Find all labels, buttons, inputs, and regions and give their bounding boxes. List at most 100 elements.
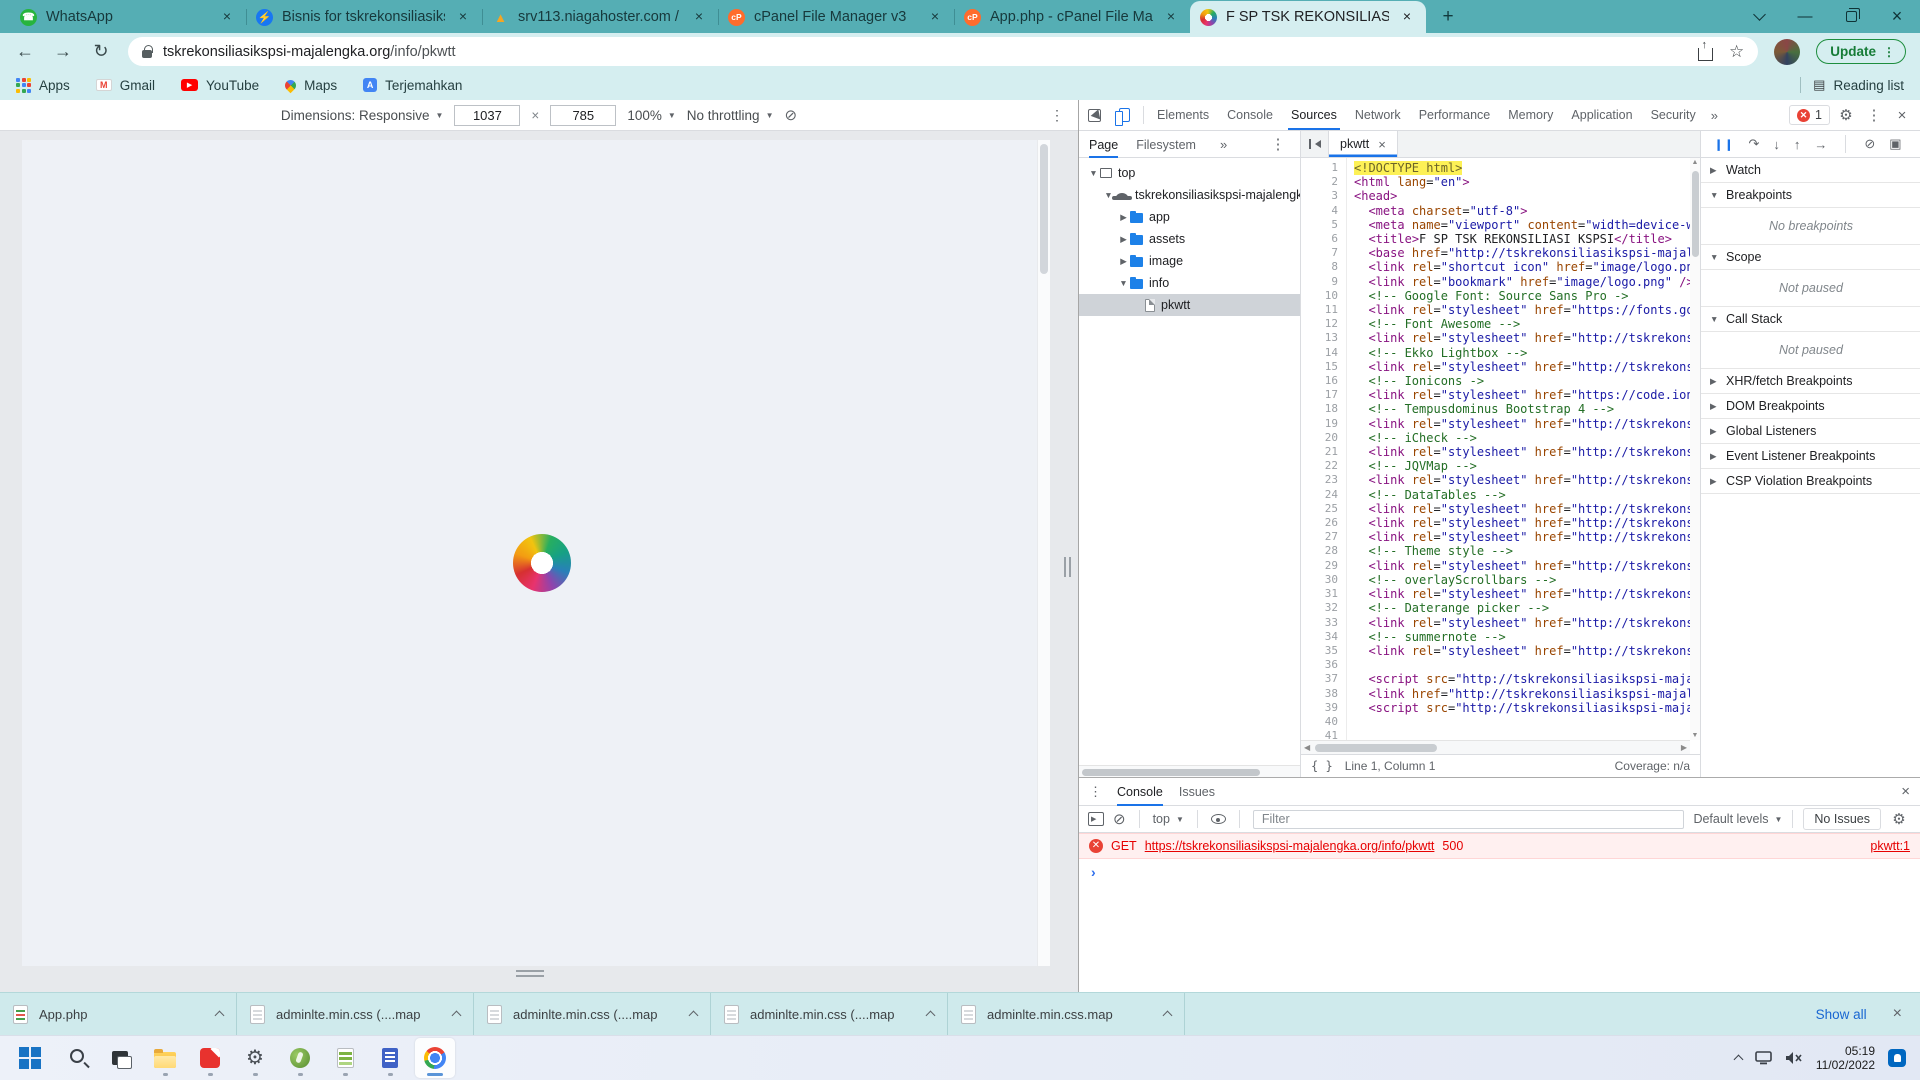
debugger-section-event-listener-breakpoints[interactable]: ▶Event Listener Breakpoints bbox=[1701, 444, 1920, 469]
devtools-close-icon[interactable]: × bbox=[1890, 107, 1914, 124]
tree-open-arrow-icon[interactable]: ▼ bbox=[1117, 278, 1130, 288]
step-icon[interactable]: → bbox=[1814, 137, 1827, 152]
download-menu-chevron-icon[interactable] bbox=[215, 1011, 225, 1021]
devtools-tab-memory[interactable]: Memory bbox=[1499, 100, 1562, 130]
deactivate-breakpoints-icon[interactable]: ⊘ bbox=[1864, 136, 1875, 152]
bookmark-item-apps[interactable]: Apps bbox=[16, 78, 70, 93]
bookmark-item-youtube[interactable]: ▶YouTube bbox=[181, 78, 259, 93]
console-prompt[interactable]: › bbox=[1079, 859, 1920, 884]
taskbar-foxit-pdf-button[interactable] bbox=[190, 1038, 230, 1078]
code-area[interactable]: 1234567891011121314151617181920212223242… bbox=[1301, 158, 1690, 740]
volume-muted-icon[interactable] bbox=[1785, 1051, 1803, 1065]
browser-menu-icon[interactable]: ⋮ bbox=[1883, 45, 1895, 59]
device-toolbar-toggle-icon[interactable] bbox=[1109, 100, 1139, 130]
share-icon[interactable] bbox=[1698, 48, 1713, 61]
hide-navigator-icon[interactable] bbox=[1301, 131, 1329, 157]
pause-on-exceptions-icon[interactable]: ▣ bbox=[1889, 136, 1901, 152]
dimensions-select[interactable]: Dimensions: Responsive ▼ bbox=[281, 108, 444, 123]
debugger-section-dom-breakpoints[interactable]: ▶DOM Breakpoints bbox=[1701, 394, 1920, 419]
step-over-icon[interactable]: ↷ bbox=[1748, 136, 1759, 152]
browser-tab[interactable]: ☎WhatsApp× bbox=[10, 1, 246, 33]
browser-tab[interactable]: cPcPanel File Manager v3× bbox=[718, 1, 954, 33]
page-canvas[interactable] bbox=[22, 140, 1050, 966]
tree-item-info[interactable]: ▼info bbox=[1079, 272, 1300, 294]
navigator-tab-page[interactable]: Page bbox=[1089, 131, 1118, 158]
new-tab-button[interactable]: + bbox=[1434, 3, 1462, 31]
devtools-tab-network[interactable]: Network bbox=[1346, 100, 1410, 130]
pretty-print-icon[interactable]: { } bbox=[1311, 759, 1333, 773]
devtools-tab-console[interactable]: Console bbox=[1218, 100, 1282, 130]
tree-item-assets[interactable]: ▶assets bbox=[1079, 228, 1300, 250]
console-sidebar-toggle-icon[interactable]: ▶ bbox=[1088, 812, 1104, 826]
tree-item-pkwtt[interactable]: pkwtt bbox=[1079, 294, 1300, 316]
console-drawer-tab-console[interactable]: Console bbox=[1117, 778, 1163, 806]
bookmark-item-terjemahkan[interactable]: ATerjemahkan bbox=[363, 78, 462, 93]
pause-script-icon[interactable]: ❙❙ bbox=[1714, 138, 1734, 151]
tab-close-icon[interactable]: × bbox=[690, 8, 708, 26]
more-navigator-tabs-icon[interactable]: » bbox=[1214, 137, 1233, 152]
taskbar-chrome-button[interactable] bbox=[415, 1038, 455, 1078]
download-item[interactable]: adminlte.min.css (....map bbox=[474, 993, 711, 1035]
reload-icon[interactable]: ↻ bbox=[90, 41, 112, 62]
browser-tab[interactable]: F SP TSK REKONSILIASI KSPSI× bbox=[1190, 1, 1426, 33]
maximize-button[interactable] bbox=[1828, 0, 1874, 33]
forward-icon[interactable]: → bbox=[52, 41, 74, 62]
devtools-tab-sources[interactable]: Sources bbox=[1282, 100, 1346, 130]
browser-tab[interactable]: ▲srv113.niagahoster.com / localho× bbox=[482, 1, 718, 33]
error-badge[interactable]: ✕1 bbox=[1789, 105, 1830, 125]
back-icon[interactable]: ← bbox=[14, 41, 36, 62]
error-url-link[interactable]: https://tskrekonsiliasikspsi-majalengka.… bbox=[1145, 839, 1435, 853]
debugger-section-global-listeners[interactable]: ▶Global Listeners bbox=[1701, 419, 1920, 444]
debugger-section-breakpoints[interactable]: ▼Breakpoints bbox=[1701, 183, 1920, 208]
download-item[interactable]: adminlte.min.css.map bbox=[948, 993, 1185, 1035]
taskbar-docs-app-button[interactable] bbox=[370, 1038, 410, 1078]
console-drawer-tab-issues[interactable]: Issues bbox=[1179, 778, 1215, 806]
update-button[interactable]: Update ⋮ bbox=[1816, 39, 1906, 64]
tab-search-icon[interactable] bbox=[1736, 0, 1782, 33]
navigator-tab-filesystem[interactable]: Filesystem bbox=[1136, 131, 1196, 158]
debugger-section-call-stack[interactable]: ▼Call Stack bbox=[1701, 307, 1920, 332]
bookmark-item-maps[interactable]: Maps bbox=[285, 78, 337, 93]
download-menu-chevron-icon[interactable] bbox=[926, 1011, 936, 1021]
tab-close-icon[interactable]: × bbox=[1162, 8, 1180, 26]
throttling-select[interactable]: No throttling ▼ bbox=[687, 108, 774, 123]
reading-list-button[interactable]: ▤ Reading list bbox=[1813, 77, 1904, 93]
devtools-tab-performance[interactable]: Performance bbox=[1410, 100, 1500, 130]
tree-item-tskrekonsiliasikspsi-majalengka-o[interactable]: ▼tskrekonsiliasikspsi-majalengka.o bbox=[1079, 184, 1300, 206]
navigator-menu-icon[interactable]: ⋮ bbox=[1266, 135, 1290, 153]
download-menu-chevron-icon[interactable] bbox=[689, 1011, 699, 1021]
context-select[interactable]: top ▼ bbox=[1153, 812, 1184, 826]
zoom-select[interactable]: 100% ▼ bbox=[627, 108, 675, 123]
no-issues-button[interactable]: No Issues bbox=[1803, 808, 1881, 830]
editor-horizontal-scrollbar[interactable]: ◀▶ bbox=[1301, 740, 1690, 754]
editor-vertical-scrollbar[interactable]: ▲▼ bbox=[1690, 158, 1700, 740]
tab-close-icon[interactable]: × bbox=[218, 8, 236, 26]
tree-item-top[interactable]: ▼top bbox=[1079, 162, 1300, 184]
step-into-icon[interactable]: ↓ bbox=[1773, 137, 1780, 152]
notification-badge[interactable] bbox=[1888, 1049, 1906, 1067]
editor-tab-close-icon[interactable]: × bbox=[1378, 137, 1386, 152]
console-drawer-close-icon[interactable]: × bbox=[1901, 783, 1910, 800]
console-settings-gear-icon[interactable]: ⚙ bbox=[1887, 810, 1911, 828]
bookmark-item-gmail[interactable]: MGmail bbox=[96, 78, 155, 93]
debugger-section-csp-violation-breakpoints[interactable]: ▶CSP Violation Breakpoints bbox=[1701, 469, 1920, 494]
editor-tab[interactable]: pkwtt × bbox=[1329, 131, 1398, 157]
devtools-tab-application[interactable]: Application bbox=[1562, 100, 1641, 130]
taskbar-settings-button[interactable]: ⚙ bbox=[235, 1038, 275, 1078]
tree-closed-arrow-icon[interactable]: ▶ bbox=[1117, 256, 1130, 267]
taskbar-search-button[interactable] bbox=[55, 1038, 95, 1078]
taskbar-clock[interactable]: 05:19 11/02/2022 bbox=[1816, 1044, 1875, 1072]
taskbar-notepad-plus-plus-button[interactable] bbox=[325, 1038, 365, 1078]
tab-close-icon[interactable]: × bbox=[926, 8, 944, 26]
viewport-height-input[interactable]: 785 bbox=[550, 105, 616, 126]
devtools-tab-elements[interactable]: Elements bbox=[1148, 100, 1218, 130]
display-tray-icon[interactable] bbox=[1755, 1051, 1772, 1065]
tree-closed-arrow-icon[interactable]: ▶ bbox=[1117, 212, 1130, 223]
step-out-icon[interactable]: ↑ bbox=[1794, 137, 1801, 152]
taskbar-green-tool-button[interactable] bbox=[280, 1038, 320, 1078]
console-filter-input[interactable]: Filter bbox=[1253, 810, 1685, 829]
download-item[interactable]: adminlte.min.css (....map bbox=[237, 993, 474, 1035]
more-panels-icon[interactable]: » bbox=[1705, 108, 1724, 123]
error-source-link[interactable]: pkwtt:1 bbox=[1870, 839, 1910, 853]
download-item[interactable]: App.php bbox=[0, 993, 237, 1035]
